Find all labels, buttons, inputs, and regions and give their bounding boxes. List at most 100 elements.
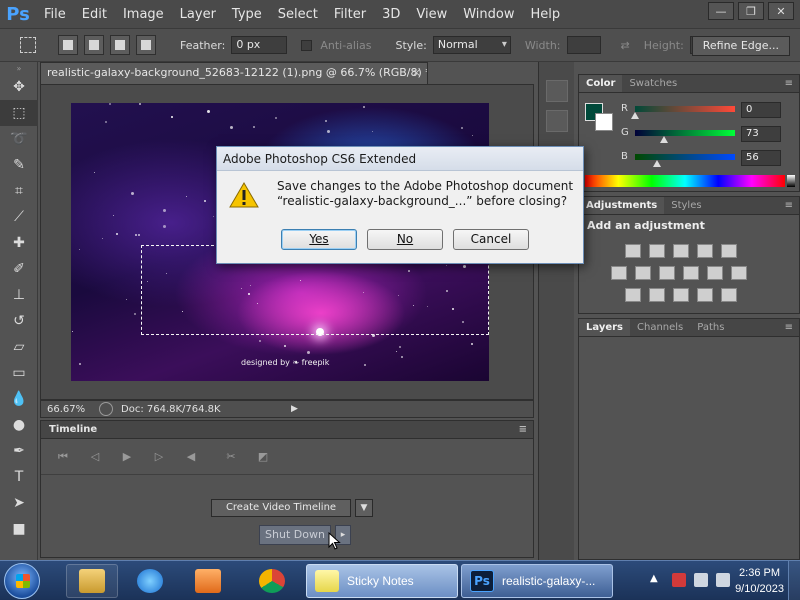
brightness-contrast-icon[interactable] (625, 244, 641, 258)
shut-down-button[interactable]: Shut Down (259, 525, 331, 545)
tab-swatches[interactable]: Swatches (622, 75, 684, 92)
feather-input[interactable]: 0 px (231, 36, 288, 54)
create-video-timeline-button[interactable]: Create Video Timeline (211, 499, 351, 517)
black-white-icon[interactable] (659, 266, 675, 280)
channel-r-thumb[interactable] (631, 112, 639, 119)
eraser-tool-icon[interactable]: ▱ (0, 334, 38, 360)
levels-icon[interactable] (649, 244, 665, 258)
next-frame-icon[interactable]: ▷ (143, 450, 175, 463)
refine-edge-button[interactable]: Refine Edge... (691, 36, 790, 56)
healing-brush-tool-icon[interactable]: ✚ (0, 230, 38, 256)
lasso-tool-icon[interactable]: ➰ (0, 126, 38, 152)
status-menu-arrow-icon[interactable]: ▶ (291, 404, 298, 414)
yes-button[interactable]: Yes (281, 229, 357, 250)
start-button[interactable] (4, 563, 40, 599)
curves-icon[interactable] (673, 244, 689, 258)
blur-tool-icon[interactable]: 💧 (0, 386, 38, 412)
no-button[interactable]: No (367, 229, 443, 250)
menu-edit[interactable]: Edit (74, 0, 115, 28)
color-spectrum-ramp[interactable] (585, 175, 785, 187)
taskbar-internet-explorer[interactable] (124, 564, 176, 598)
channel-g-value[interactable]: 73 (741, 126, 781, 142)
history-brush-tool-icon[interactable]: ↺ (0, 308, 38, 334)
history-panel-icon[interactable] (545, 80, 568, 102)
tab-paths[interactable]: Paths (690, 319, 731, 336)
vibrance-icon[interactable] (721, 244, 737, 258)
intersect-selection-button[interactable] (136, 35, 156, 55)
network-icon[interactable] (694, 573, 708, 587)
crop-tool-icon[interactable]: ⌗ (0, 178, 38, 204)
posterize-icon[interactable] (649, 288, 665, 302)
brush-tool-icon[interactable]: ✐ (0, 256, 38, 282)
menu-help[interactable]: Help (523, 0, 569, 28)
tab-layers[interactable]: Layers (579, 319, 630, 336)
3d-panel-icon[interactable] (545, 110, 568, 132)
channel-r-slider[interactable] (635, 106, 735, 112)
add-selection-button[interactable] (84, 35, 104, 55)
dodge-tool-icon[interactable]: ● (0, 412, 38, 438)
channel-r-value[interactable]: 0 (741, 102, 781, 118)
clock[interactable]: 2:36 PM 9/10/2023 (735, 565, 784, 597)
hue-saturation-icon[interactable] (611, 266, 627, 280)
adjustments-panel-menu-icon[interactable]: ≡ (785, 197, 793, 215)
cancel-button[interactable]: Cancel (453, 229, 529, 250)
pen-tool-icon[interactable]: ✒ (0, 438, 38, 464)
menu-select[interactable]: Select (270, 0, 326, 28)
document-close-icon[interactable]: × (412, 63, 421, 83)
width-input[interactable] (566, 36, 601, 54)
status-info-icon[interactable] (99, 402, 113, 416)
path-selection-tool-icon[interactable]: ➤ (0, 490, 38, 516)
tools-collapse-icon[interactable]: » (0, 62, 38, 74)
channel-mixer-icon[interactable] (707, 266, 723, 280)
style-select[interactable]: Normal (432, 36, 511, 54)
menu-3d[interactable]: 3D (374, 0, 408, 28)
new-selection-button[interactable] (58, 35, 78, 55)
split-scissors-icon[interactable]: ✂ (215, 450, 247, 463)
zoom-level[interactable]: 66.67% (41, 404, 91, 415)
swap-icon[interactable]: ⇄ (621, 39, 630, 52)
move-tool-icon[interactable]: ✥ (0, 74, 38, 100)
rectangular-marquee-tool-icon[interactable]: ⬚ (0, 100, 38, 126)
rectangle-tool-icon[interactable]: ■ (0, 516, 38, 542)
channel-b-slider[interactable] (635, 154, 735, 160)
channel-g-thumb[interactable] (660, 136, 668, 143)
tab-styles[interactable]: Styles (664, 197, 708, 214)
action-center-flag-icon[interactable] (672, 573, 686, 587)
play-icon[interactable]: ▶ (111, 450, 143, 463)
show-hidden-icons-icon[interactable]: ▲ (650, 573, 664, 587)
selective-color-icon[interactable] (697, 288, 713, 302)
channel-b-value[interactable]: 56 (741, 150, 781, 166)
threshold-icon[interactable] (673, 288, 689, 302)
go-to-first-frame-icon[interactable]: ⏮ (47, 450, 79, 464)
eyedropper-tool-icon[interactable]: ⟋ (0, 204, 38, 230)
clone-stamp-tool-icon[interactable]: ⊥ (0, 282, 38, 308)
tab-adjustments[interactable]: Adjustments (579, 197, 665, 214)
menu-view[interactable]: View (408, 0, 455, 28)
close-button[interactable]: ✕ (768, 2, 794, 20)
color-balance-icon[interactable] (635, 266, 651, 280)
marquee-tool-preset-icon[interactable] (20, 37, 36, 53)
channel-b-thumb[interactable] (653, 160, 661, 167)
menu-file[interactable]: File (36, 0, 74, 28)
layers-panel-menu-icon[interactable]: ≡ (785, 319, 793, 337)
taskbar-chrome[interactable] (246, 564, 298, 598)
type-tool-icon[interactable]: T (0, 464, 38, 490)
taskbar-file-explorer[interactable] (66, 564, 118, 598)
exposure-icon[interactable] (697, 244, 713, 258)
gradient-map-icon[interactable] (721, 288, 737, 302)
menu-image[interactable]: Image (115, 0, 172, 28)
menu-filter[interactable]: Filter (326, 0, 374, 28)
taskbar-media-player[interactable] (182, 564, 234, 598)
gradient-tool-icon[interactable]: ▭ (0, 360, 38, 386)
menu-type[interactable]: Type (224, 0, 270, 28)
restore-button[interactable]: ❐ (738, 2, 764, 20)
transition-icon[interactable]: ◩ (247, 450, 279, 463)
quick-selection-tool-icon[interactable]: ✎ (0, 152, 38, 178)
color-panel-menu-icon[interactable]: ≡ (785, 75, 793, 93)
subtract-selection-button[interactable] (110, 35, 130, 55)
minimize-button[interactable]: — (708, 2, 734, 20)
previous-frame-icon[interactable]: ◁ (79, 450, 111, 463)
timeline-menu-icon[interactable]: ≡ (519, 421, 527, 439)
create-timeline-dropdown-icon[interactable]: ▼ (355, 499, 373, 517)
black-white-ramp[interactable] (787, 175, 795, 187)
